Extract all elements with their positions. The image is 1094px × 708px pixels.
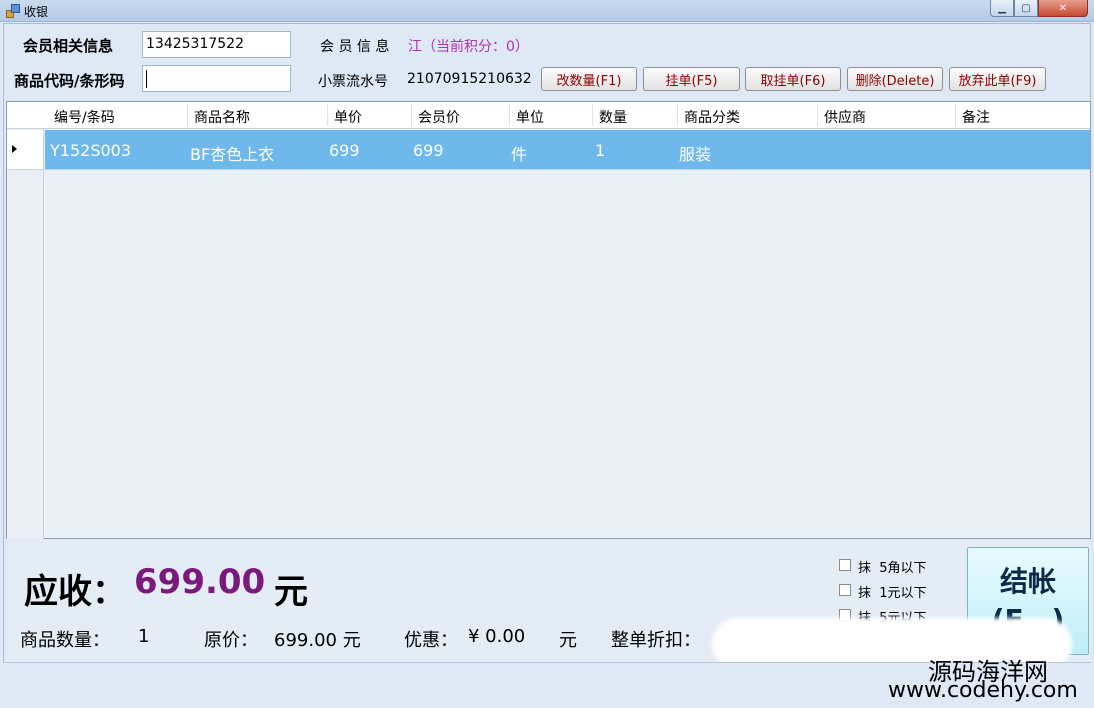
cell-quantity: 1	[595, 141, 606, 160]
maximize-button[interactable]: ▢	[1014, 0, 1038, 17]
member-phone-input[interactable]: 13425317522	[142, 31, 291, 58]
member-info-label: 会 员 信 息	[320, 39, 390, 55]
discount-unit: 元	[559, 630, 577, 651]
current-row-icon	[12, 145, 17, 153]
table-row[interactable]: Y152S003 BF杏色上衣 699 699 件 1 服装	[7, 130, 1090, 170]
close-icon: ✕	[1058, 2, 1068, 14]
discount-value: ¥ 0.00	[468, 626, 526, 647]
close-button[interactable]: ✕	[1038, 0, 1088, 17]
column-header-quantity[interactable]: 数量	[599, 107, 627, 127]
column-header-member-price[interactable]: 会员价	[418, 107, 460, 127]
order-discount-label: 整单折扣：	[611, 630, 701, 651]
column-header-code[interactable]: 编号/条码	[54, 107, 115, 127]
original-price-value: 699.00 元	[274, 630, 361, 651]
cell-member-price: 699	[413, 141, 444, 160]
member-phone-value: 13425317522	[146, 36, 244, 52]
round-1yuan-checkbox[interactable]	[839, 584, 851, 596]
product-code-label: 商品代码/条形码	[14, 72, 125, 90]
item-count-value: 1	[138, 626, 150, 647]
cell-name: BF杏色上衣	[190, 145, 275, 164]
receipt-number: 21070915210632	[407, 71, 532, 87]
app-icon	[6, 4, 20, 18]
product-code-input[interactable]	[142, 65, 291, 92]
cell-category: 服装	[679, 145, 712, 164]
amount-due-unit: 元	[274, 572, 308, 612]
receipt-label: 小票流水号	[318, 74, 388, 90]
cell-unit: 件	[511, 145, 528, 164]
original-price-label: 原价：	[204, 630, 258, 651]
column-header-supplier[interactable]: 供应商	[824, 107, 866, 127]
text-caret	[146, 70, 147, 88]
round-5jiao-checkbox[interactable]	[839, 559, 851, 571]
discard-order-button[interactable]: 放弃此单(F9)	[949, 67, 1046, 91]
discount-label: 优惠：	[404, 630, 458, 651]
delete-button[interactable]: 删除(Delete)	[847, 67, 943, 91]
column-header-name[interactable]: 商品名称	[194, 107, 250, 127]
amount-due-value: 699.00	[134, 562, 266, 602]
column-header-price[interactable]: 单价	[334, 107, 362, 127]
hold-order-button[interactable]: 挂单(F5)	[643, 67, 740, 91]
cell-price: 699	[329, 141, 360, 160]
column-header-unit[interactable]: 单位	[516, 107, 544, 127]
cell-code: Y152S003	[50, 141, 132, 160]
item-count-label: 商品数量：	[20, 630, 110, 651]
round-1yuan-label: 抹 1元以下	[858, 586, 927, 601]
window-title: 收银	[24, 5, 49, 19]
minimize-icon: ▁	[998, 2, 1006, 14]
maximize-icon: ▢	[1021, 2, 1031, 14]
member-info-value: 江（当前积分：0）	[408, 39, 529, 55]
amount-due-label: 应收：	[24, 572, 126, 612]
retrieve-order-button[interactable]: 取挂单(F6)	[745, 67, 841, 91]
checkout-label: 结帐	[999, 565, 1056, 598]
row-selector[interactable]	[7, 130, 44, 170]
column-header-category[interactable]: 商品分类	[684, 107, 740, 127]
member-label: 会员相关信息	[23, 37, 114, 55]
minimize-button[interactable]: ▁	[990, 0, 1014, 17]
watermark-url: www.codehy.com	[888, 678, 1078, 703]
title-bar: 收银 ▁ ▢ ✕	[0, 0, 1094, 22]
column-header-remarks[interactable]: 备注	[962, 107, 990, 127]
row-header-column	[7, 129, 44, 539]
grid-header: 编号/条码 商品名称 单价 会员价 单位 数量 商品分类 供应商 备注	[7, 102, 1090, 129]
change-quantity-button[interactable]: 改数量(F1)	[541, 67, 637, 91]
cart-grid[interactable]: 编号/条码 商品名称 单价 会员价 单位 数量 商品分类 供应商 备注 Y152…	[6, 101, 1091, 539]
round-5jiao-label: 抹 5角以下	[858, 561, 927, 576]
